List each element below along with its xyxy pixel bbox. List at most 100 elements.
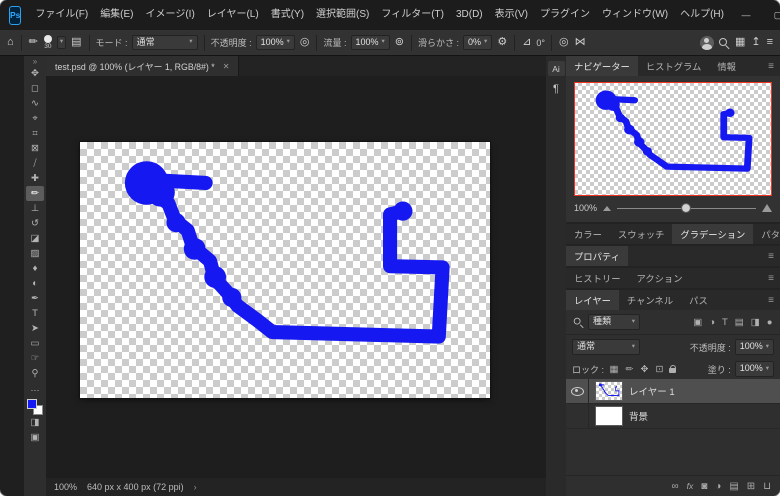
menu-view[interactable]: 表示(V) <box>489 0 534 30</box>
tab-layers[interactable]: レイヤー <box>566 290 619 310</box>
tab-color[interactable]: カラー <box>566 224 610 244</box>
share-icon[interactable]: ↥ <box>750 37 761 48</box>
filter-toggle-icon[interactable]: ● <box>765 317 774 328</box>
layer-opacity-select[interactable]: 100%▾ <box>735 339 774 355</box>
account-avatar[interactable] <box>700 36 714 50</box>
menu-edit[interactable]: 編集(E) <box>94 0 139 30</box>
lock-all-icon[interactable] <box>669 368 676 373</box>
home-icon[interactable]: ⌂ <box>6 37 15 48</box>
lock-pixels-icon[interactable]: ✏ <box>624 364 635 375</box>
blend-mode-select[interactable]: 通常▾ <box>132 35 198 51</box>
tab-actions[interactable]: アクション <box>629 268 691 288</box>
lock-artboard-icon[interactable]: ⊡ <box>654 364 665 375</box>
size-pressure-icon[interactable]: ◎ <box>558 37 570 48</box>
menu-help[interactable]: ヘルプ(H) <box>674 0 730 30</box>
document-close-icon[interactable]: ✕ <box>223 62 230 71</box>
airbrush-icon[interactable]: ⊚ <box>394 37 405 48</box>
filter-type-layers-icon[interactable]: T <box>720 317 729 328</box>
new-layer-icon[interactable]: ⊞ <box>747 481 755 492</box>
tab-channels[interactable]: チャンネル <box>619 290 681 310</box>
menu-image[interactable]: イメージ(I) <box>140 0 201 30</box>
tool-crop[interactable]: ⌗ <box>26 126 44 141</box>
tool-type[interactable]: T <box>26 306 44 321</box>
layer1-visibility-toggle[interactable] <box>566 379 589 403</box>
layer-blend-mode-select[interactable]: 通常▾ <box>572 339 640 355</box>
tab-history[interactable]: ヒストリー <box>566 268 629 288</box>
search-icon[interactable] <box>718 37 730 49</box>
filter-smart-objects-icon[interactable]: ◨ <box>749 317 761 328</box>
tool-lasso[interactable]: ∿ <box>26 96 44 111</box>
tool-frame[interactable]: ⊠ <box>26 141 44 156</box>
delete-layer-icon[interactable]: ⊔ <box>763 481 771 492</box>
screen-mode-button[interactable]: ▣ <box>26 430 44 445</box>
adjustment-layer-icon[interactable]: ◑ <box>715 481 721 492</box>
tool-dodge[interactable]: ◐ <box>26 276 44 291</box>
history-panel-menu-icon[interactable]: ≡ <box>762 268 780 288</box>
brush-size-picker[interactable]: 30 <box>44 35 52 51</box>
brush-tool-preset-icon[interactable]: ✏ <box>28 37 39 48</box>
tab-patterns[interactable]: パターン <box>753 224 780 244</box>
menu-plugins[interactable]: プラグイン <box>534 0 596 30</box>
tool-eraser[interactable]: ◪ <box>26 231 44 246</box>
layers-panel-menu-icon[interactable]: ≡ <box>762 290 780 310</box>
tool-eyedropper[interactable]: ⧸ <box>26 156 44 171</box>
tab-navigator[interactable]: ナビゲーター <box>566 56 638 76</box>
tab-info[interactable]: 情報 <box>709 56 744 76</box>
filter-pixel-layers-icon[interactable]: ▣ <box>692 317 704 328</box>
maximize-button[interactable]: ▢ <box>762 0 780 30</box>
add-mask-icon[interactable]: ◙ <box>701 481 707 492</box>
brush-settings-panel-icon[interactable]: ▤ <box>70 37 82 48</box>
tool-path-selection[interactable]: ➤ <box>26 321 44 336</box>
brush-angle-value[interactable]: 0° <box>536 38 545 48</box>
layer-row-background[interactable]: 背景 <box>566 404 780 429</box>
brush-size-caret[interactable]: ▾ <box>57 36 66 48</box>
canvas[interactable] <box>80 142 490 398</box>
status-zoom-value[interactable]: 100% <box>54 482 77 492</box>
tool-blur[interactable]: ♦ <box>26 261 44 276</box>
menu-layer[interactable]: レイヤー(L) <box>201 0 265 30</box>
menu-type[interactable]: 書式(Y) <box>265 0 310 30</box>
toolbar-collapse-icon[interactable]: » <box>33 57 37 66</box>
navigator-zoom-slider[interactable] <box>617 203 756 213</box>
tab-properties[interactable]: プロパティ <box>566 246 628 266</box>
smoothing-options-gear-icon[interactable]: ⚙ <box>496 37 508 48</box>
tool-shape[interactable]: ▭ <box>26 336 44 351</box>
tool-hand[interactable]: ☞ <box>26 351 44 366</box>
menu-file[interactable]: ファイル(F) <box>29 0 94 30</box>
tool-brush[interactable]: ✏ <box>26 186 44 201</box>
ai-panel-icon[interactable]: Ai <box>548 61 565 76</box>
opacity-select[interactable]: 100%▾ <box>256 35 295 51</box>
paragraph-panel-icon[interactable]: ¶ <box>553 83 559 95</box>
smoothing-select[interactable]: 0%▾ <box>463 35 492 51</box>
navigator-zoom-value[interactable]: 100% <box>574 203 597 213</box>
filter-adjustment-layers-icon[interactable]: ◑ <box>708 317 717 328</box>
link-layers-icon[interactable]: ∞ <box>671 481 678 492</box>
layer1-name[interactable]: レイヤー 1 <box>629 384 675 398</box>
layer-fill-select[interactable]: 100%▾ <box>735 361 774 377</box>
tool-clone-stamp[interactable]: ⊥ <box>26 201 44 216</box>
layer-filter-type-select[interactable]: 種類▾ <box>588 314 640 330</box>
foreground-color-swatch[interactable] <box>27 399 37 409</box>
navigator-preview[interactable] <box>574 82 772 196</box>
minimize-button[interactable]: — <box>730 0 762 30</box>
zoom-out-icon[interactable] <box>603 206 611 211</box>
tool-gradient[interactable]: ▨ <box>26 246 44 261</box>
tool-object-selection[interactable]: ⌖ <box>26 111 44 126</box>
layer-style-fx-icon[interactable]: fx <box>687 481 694 491</box>
menu-3d[interactable]: 3D(D) <box>450 0 489 30</box>
tool-healing-brush[interactable]: ✚ <box>26 171 44 186</box>
zoom-slider-thumb[interactable] <box>682 204 690 212</box>
layer-row-layer1[interactable]: レイヤー 1 <box>566 379 780 404</box>
menu-window[interactable]: ウィンドウ(W) <box>596 0 674 30</box>
tool-pen[interactable]: ✒ <box>26 291 44 306</box>
new-group-icon[interactable]: ▤ <box>729 481 738 492</box>
background-visibility-toggle[interactable] <box>566 404 589 428</box>
document-tab[interactable]: test.psd @ 100% (レイヤー 1, RGB/8#) * ✕ <box>46 56 239 76</box>
tool-history-brush[interactable]: ↺ <box>26 216 44 231</box>
tool-rectangular-marquee[interactable]: ◻ <box>26 81 44 96</box>
workspace-switcher-icon[interactable]: ▦ <box>734 37 746 48</box>
menu-select[interactable]: 選択範囲(S) <box>310 0 375 30</box>
tab-gradients[interactable]: グラデーション <box>672 224 753 244</box>
tool-move[interactable]: ✥ <box>26 66 44 81</box>
options-menu-icon[interactable]: ≡ <box>766 37 774 48</box>
